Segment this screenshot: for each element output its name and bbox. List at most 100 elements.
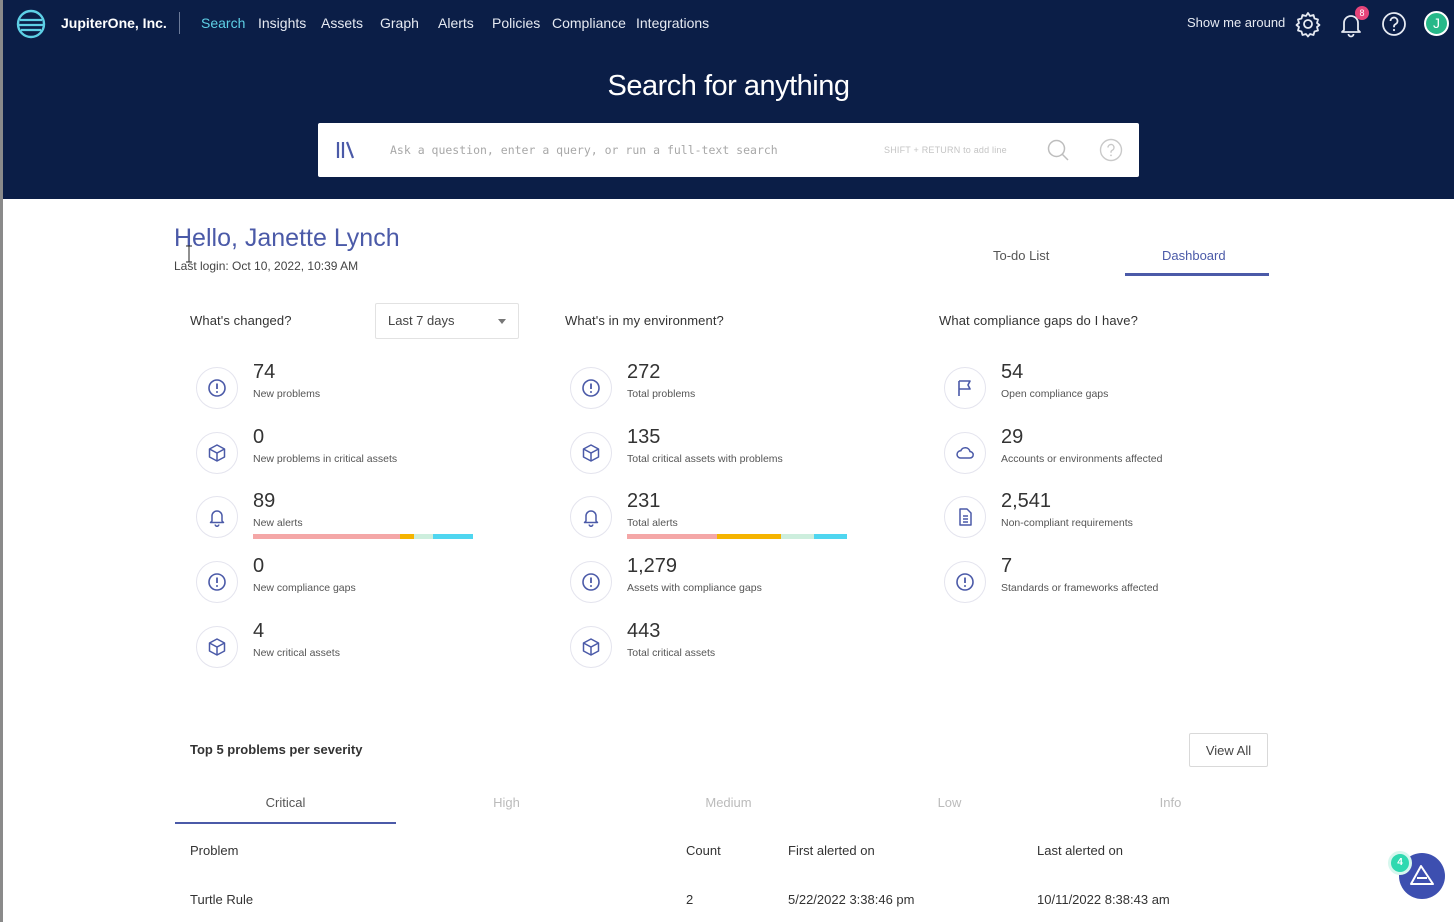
search-help-icon[interactable]	[1099, 138, 1123, 162]
nav-compliance[interactable]: Compliance	[552, 15, 626, 31]
nav-integrations[interactable]: Integrations	[636, 15, 709, 31]
severity-tab-high[interactable]: High	[396, 795, 617, 810]
metric-changed-4[interactable]: 4 New critical assets	[196, 620, 526, 686]
metric-value: 272	[627, 361, 661, 383]
nav-search[interactable]: Search	[201, 15, 245, 31]
metric-value: 74	[253, 361, 276, 383]
metric-label: New compliance gaps	[253, 582, 356, 594]
search-input[interactable]	[390, 141, 860, 159]
metric-changed-3[interactable]: 0 New compliance gaps	[196, 555, 526, 621]
nav-assets[interactable]: Assets	[321, 15, 363, 31]
org-name[interactable]: JupiterOne, Inc.	[61, 15, 167, 31]
environment-title: What's in my environment?	[565, 313, 724, 328]
severity-bar-segment	[253, 534, 401, 539]
nav-insights[interactable]: Insights	[258, 15, 306, 31]
cube-icon	[208, 638, 226, 656]
flag-icon	[958, 380, 971, 396]
chevron-down-icon	[498, 319, 506, 324]
header-divider	[179, 12, 180, 34]
column-header-last-alerted[interactable]: Last alerted on	[1037, 843, 1123, 858]
nav-alerts[interactable]: Alerts	[438, 15, 474, 31]
cube-icon	[582, 638, 600, 656]
cloud-icon	[956, 446, 974, 459]
show-me-around-link[interactable]: Show me around	[1187, 15, 1285, 30]
table-cell-problem[interactable]: Turtle Rule	[190, 892, 253, 907]
metric-icon-badge	[570, 626, 612, 668]
page: JupiterOne, Inc. Search Insights Assets …	[0, 0, 1454, 922]
metric-environment-2[interactable]: 231 Total alerts	[570, 490, 900, 556]
metric-environment-0[interactable]: 272 Total problems	[570, 361, 900, 427]
alert-circle-icon	[208, 573, 226, 591]
metric-icon-badge	[570, 561, 612, 603]
metric-icon-badge	[944, 367, 986, 409]
metric-value: 89	[253, 490, 276, 512]
gear-icon[interactable]	[1294, 10, 1322, 38]
cube-icon	[208, 444, 226, 462]
severity-bar-segment	[433, 534, 473, 539]
top5-title: Top 5 problems per severity	[190, 742, 363, 757]
severity-tab-critical[interactable]: Critical	[175, 795, 396, 810]
alert-circle-icon	[582, 379, 600, 397]
metric-icon-badge	[944, 432, 986, 474]
metric-compliance-2[interactable]: 2,541 Non-compliant requirements	[944, 490, 1274, 556]
hero-title: Search for anything	[607, 70, 850, 102]
megaphone-icon	[1410, 865, 1434, 885]
last-login: Last login: Oct 10, 2022, 10:39 AM	[174, 259, 359, 273]
metric-changed-0[interactable]: 74 New problems	[196, 361, 526, 427]
compliance-title: What compliance gaps do I have?	[939, 313, 1138, 328]
header: JupiterOne, Inc. Search Insights Assets …	[3, 0, 1454, 199]
column-header-problem[interactable]: Problem	[190, 843, 238, 858]
metric-compliance-3[interactable]: 7 Standards or frameworks affected	[944, 555, 1274, 621]
whats-changed-title: What's changed?	[190, 313, 292, 328]
metric-compliance-0[interactable]: 54 Open compliance gaps	[944, 361, 1274, 427]
alert-circle-icon	[956, 573, 974, 591]
metric-value: 231	[627, 490, 661, 512]
column-header-count[interactable]: Count	[686, 843, 721, 858]
column-header-first-alerted[interactable]: First alerted on	[788, 843, 875, 858]
metric-icon-badge	[944, 561, 986, 603]
metric-compliance-1[interactable]: 29 Accounts or environments affected	[944, 426, 1274, 492]
time-range-value: Last 7 days	[388, 313, 455, 328]
metric-icon-badge	[196, 367, 238, 409]
jupiterone-logo-icon[interactable]	[16, 9, 46, 39]
nav-graph[interactable]: Graph	[380, 15, 419, 31]
severity-bar-segment	[627, 534, 718, 539]
metric-icon-badge	[196, 561, 238, 603]
query-library-icon[interactable]	[335, 139, 357, 161]
metric-icon-badge	[196, 626, 238, 668]
metric-icon-badge	[196, 432, 238, 474]
tab-todo-list[interactable]: To-do List	[993, 248, 1049, 263]
severity-bar	[253, 534, 473, 539]
severity-bar	[627, 534, 847, 539]
metric-environment-3[interactable]: 1,279 Assets with compliance gaps	[570, 555, 900, 621]
metric-label: Total alerts	[627, 517, 678, 529]
view-all-button[interactable]: View All	[1189, 733, 1268, 767]
tab-dashboard-underline	[1125, 273, 1269, 276]
metric-label: Total critical assets	[627, 647, 716, 659]
metric-environment-1[interactable]: 135 Total critical assets with problems	[570, 426, 900, 492]
metric-icon-badge	[570, 432, 612, 474]
severity-bar-segment	[717, 534, 781, 539]
severity-tab-low[interactable]: Low	[839, 795, 1060, 810]
alert-circle-icon	[582, 573, 600, 591]
nav-policies[interactable]: Policies	[492, 15, 540, 31]
metric-label: New critical assets	[253, 647, 340, 659]
metric-label: Open compliance gaps	[1001, 388, 1109, 400]
metric-changed-2[interactable]: 89 New alerts	[196, 490, 526, 556]
severity-tab-medium[interactable]: Medium	[618, 795, 839, 810]
metric-changed-1[interactable]: 0 New problems in critical assets	[196, 426, 526, 492]
table-cell-last-alerted: 10/11/2022 8:38:43 am	[1037, 892, 1170, 907]
top-nav-bar: JupiterOne, Inc. Search Insights Assets …	[3, 0, 1454, 48]
help-icon[interactable]	[1380, 10, 1408, 38]
severity-bar-segment	[413, 534, 434, 539]
severity-bar-segment	[813, 534, 847, 539]
tab-dashboard[interactable]: Dashboard	[1162, 248, 1226, 263]
severity-tab-info[interactable]: Info	[1060, 795, 1281, 810]
metric-environment-4[interactable]: 443 Total critical assets	[570, 620, 900, 686]
time-range-dropdown[interactable]: Last 7 days	[375, 303, 519, 339]
avatar[interactable]: J	[1424, 11, 1449, 36]
search-icon[interactable]	[1046, 138, 1070, 162]
assistant-badge: 4	[1388, 851, 1412, 875]
metric-label: Accounts or environments affected	[1001, 453, 1163, 465]
metric-icon-badge	[570, 496, 612, 538]
